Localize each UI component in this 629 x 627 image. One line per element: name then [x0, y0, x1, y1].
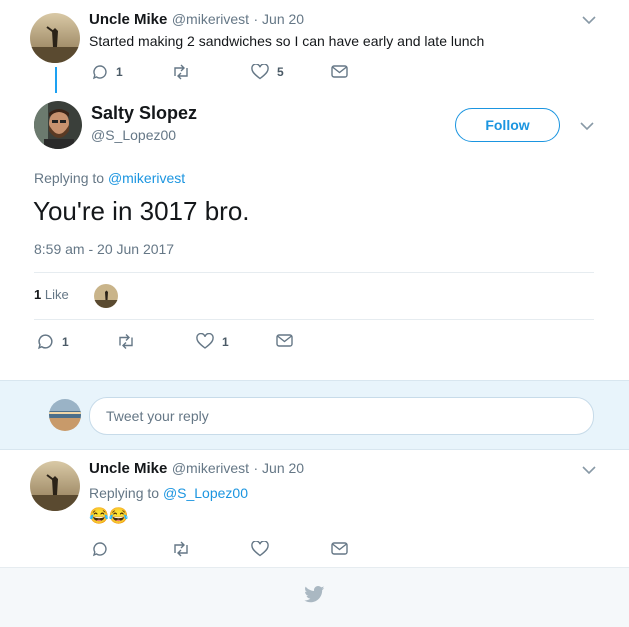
follow-button[interactable]: Follow [455, 108, 560, 142]
message-button[interactable] [331, 64, 348, 79]
thread-line [55, 67, 57, 93]
retweet-icon [171, 541, 191, 557]
twitter-bird-icon [304, 586, 325, 608]
message-button[interactable] [276, 333, 293, 348]
tweet-text: Started making 2 sandwiches so I can hav… [89, 33, 485, 49]
message-button[interactable] [331, 541, 348, 556]
author-name[interactable]: Uncle Mike [89, 11, 167, 28]
tweet-date[interactable]: · Jun 20 [254, 460, 305, 476]
reply-icon [92, 541, 108, 557]
liker-avatar[interactable] [94, 284, 118, 308]
reply-count: 1 [116, 65, 123, 79]
likes-summary[interactable]: 1 Like [34, 287, 69, 302]
like-button[interactable]: 1 [196, 333, 229, 350]
retweet-button[interactable] [171, 541, 191, 557]
replying-to-label: Replying to [89, 485, 160, 501]
replying-to: Replying to @S_Lopez00 [89, 485, 248, 501]
retweet-icon [171, 64, 191, 80]
tweet-text: 😂😂 [89, 508, 129, 525]
user-avatar[interactable] [49, 399, 81, 431]
avatar[interactable] [30, 13, 80, 63]
message-icon [276, 333, 293, 348]
chevron-down-icon[interactable] [582, 15, 596, 25]
author-handle[interactable]: @S_Lopez00 [91, 127, 176, 143]
heart-icon [251, 541, 269, 557]
replying-to-label: Replying to [34, 170, 105, 186]
avatar[interactable] [34, 101, 82, 149]
reply-icon [92, 64, 108, 80]
reply-count: 1 [62, 334, 69, 349]
chevron-down-icon[interactable] [580, 121, 594, 131]
tweet-header: Uncle Mike @mikerivest · Jun 20 [89, 11, 304, 29]
tweet-text: You're in 3017 bro. [33, 196, 250, 226]
avatar[interactable] [30, 461, 80, 511]
replying-to: Replying to @mikerivest [34, 170, 185, 186]
replying-to-handle[interactable]: @S_Lopez00 [163, 485, 248, 501]
retweet-icon [116, 333, 136, 350]
author-handle[interactable]: @mikerivest [172, 11, 249, 27]
tweet-header: Uncle Mike @mikerivest · Jun 20 [89, 460, 304, 478]
retweet-button[interactable] [171, 64, 191, 80]
reply-input[interactable]: Tweet your reply [89, 397, 594, 435]
heart-icon [196, 333, 214, 350]
like-button[interactable] [251, 541, 269, 557]
heart-icon [251, 64, 269, 80]
divider [34, 272, 594, 273]
tweet-date[interactable]: · Jun 20 [254, 11, 305, 27]
message-icon [331, 64, 348, 79]
divider [34, 319, 594, 320]
message-icon [331, 541, 348, 556]
author-handle[interactable]: @mikerivest [172, 460, 249, 476]
tweet-timestamp[interactable]: 8:59 am - 20 Jun 2017 [34, 241, 174, 257]
chevron-down-icon[interactable] [582, 465, 596, 475]
like-count: 1 [222, 334, 229, 349]
likes-count: 1 [34, 287, 42, 302]
replying-to-handle[interactable]: @mikerivest [108, 170, 185, 186]
author-name[interactable]: Uncle Mike [89, 460, 167, 477]
reply-placeholder: Tweet your reply [106, 408, 209, 424]
reply-button[interactable]: 1 [37, 333, 69, 350]
like-button[interactable]: 5 [251, 64, 284, 80]
retweet-button[interactable] [116, 333, 136, 350]
author-name[interactable]: Salty Slopez [91, 103, 197, 124]
likes-label: Like [44, 287, 69, 302]
like-count: 5 [277, 65, 284, 79]
reply-icon [37, 333, 54, 350]
reply-button[interactable]: 1 [92, 64, 123, 80]
reply-button[interactable] [92, 541, 108, 557]
